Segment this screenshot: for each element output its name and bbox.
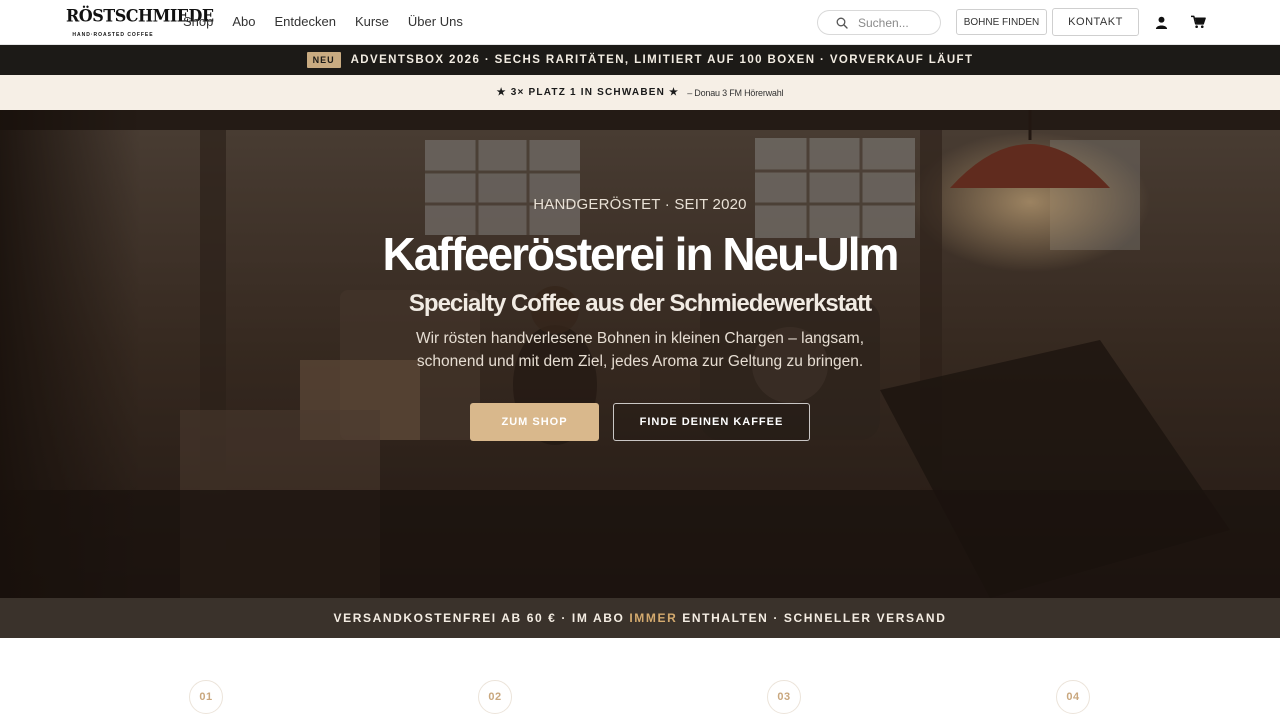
step-number: 01 [189, 680, 223, 714]
award-bar: ★ 3× PLATZ 1 IN SCHWABEN ★ – Donau 3 FM … [0, 75, 1280, 110]
search-input[interactable] [858, 15, 938, 30]
zum-shop-button[interactable]: ZUM SHOP [470, 403, 599, 441]
hero-subtitle: Specialty Coffee aus der Schmiedewerksta… [408, 290, 872, 317]
step-number: 04 [1056, 680, 1090, 714]
hero-eyebrow: HANDGERÖSTET · SEIT 2020 [533, 196, 747, 213]
site-logo[interactable]: RÖSTSCHMIEDE HAND·ROASTED COFFEE [66, 5, 214, 41]
steps-section: 01 02 03 04 [0, 638, 1280, 720]
nav-item-kurse[interactable]: Kurse [355, 14, 389, 29]
finde-kaffee-button[interactable]: FINDE DEINEN KAFFEE [613, 403, 810, 441]
hero-content: HANDGERÖSTET · SEIT 2020 Kaffeerösterei … [0, 110, 1280, 598]
search-icon [836, 17, 848, 29]
hero-title: Kaffeerösterei in Neu-Ulm [382, 228, 900, 280]
nav-item-ueber-uns[interactable]: Über Uns [408, 14, 463, 29]
nav-item-shop[interactable]: Shop [183, 14, 213, 29]
kontakt-button[interactable]: KONTAKT [1052, 8, 1139, 36]
nav-item-abo[interactable]: Abo [232, 14, 255, 29]
hero-description: Wir rösten handverlesene Bohnen in klein… [415, 330, 865, 370]
cart-icon[interactable] [1189, 13, 1207, 31]
hero-section: HANDGERÖSTET · SEIT 2020 Kaffeerösterei … [0, 110, 1280, 598]
main-nav: Shop Abo Entdecken Kurse Über Uns [183, 14, 482, 29]
logo-wordmark: RÖSTSCHMIEDE [66, 5, 214, 26]
award-text: ★ 3× PLATZ 1 IN SCHWABEN ★ [496, 87, 680, 98]
announcement-text[interactable]: ADVENTSBOX 2026 · SECHS RARITÄTEN, LIMIT… [351, 54, 974, 66]
shipping-bar: VERSANDKOSTENFREI AB 60 € · IM ABO IMMER… [0, 598, 1280, 638]
nav-item-entdecken[interactable]: Entdecken [275, 14, 336, 29]
shipping-accent: IMMER [629, 611, 678, 625]
user-icon[interactable] [1152, 13, 1170, 31]
search-box[interactable] [817, 10, 941, 35]
site-header: RÖSTSCHMIEDE HAND·ROASTED COFFEE Shop Ab… [0, 0, 1280, 45]
award-source: – Donau 3 FM Hörerwahl [687, 87, 784, 98]
announcement-bar: NEU ADVENTSBOX 2026 · SECHS RARITÄTEN, L… [0, 45, 1280, 75]
step-number: 02 [478, 680, 512, 714]
new-badge: NEU [306, 52, 341, 68]
bohne-finden-button[interactable]: BOHNE FINDEN [956, 9, 1047, 35]
step-number: 03 [767, 680, 801, 714]
shipping-text-after: ENTHALTEN · SCHNELLER VERSAND [677, 611, 947, 625]
shipping-text-before: VERSANDKOSTENFREI AB 60 € · IM ABO [333, 611, 630, 625]
shipping-text: VERSANDKOSTENFREI AB 60 € · IM ABO IMMER… [334, 611, 947, 625]
logo-tagline: HAND·ROASTED COFFEE [72, 32, 154, 38]
